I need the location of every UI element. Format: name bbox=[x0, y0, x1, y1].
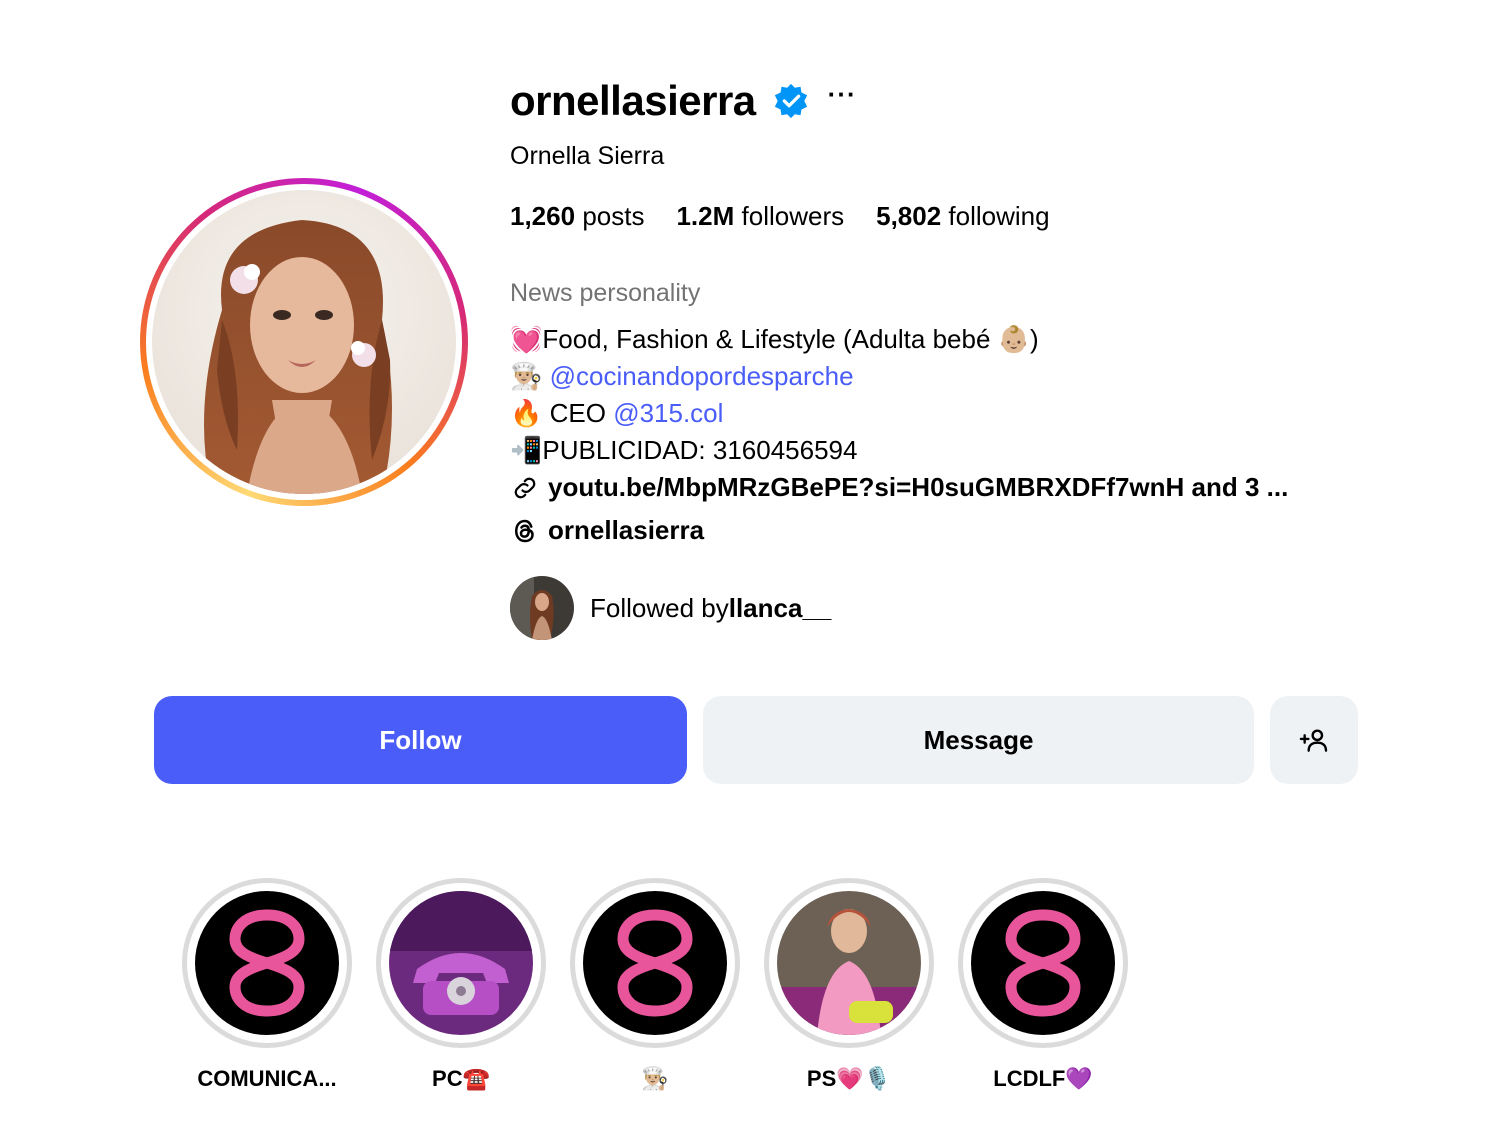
link-icon bbox=[514, 477, 536, 498]
following-label: following bbox=[948, 201, 1050, 231]
bio-text-3: CEO bbox=[549, 398, 614, 428]
highlight-ring bbox=[764, 878, 934, 1048]
following-count: 5,802 bbox=[876, 201, 942, 231]
profile-category: News personality bbox=[510, 279, 701, 307]
full-name: Ornella Sierra bbox=[510, 142, 665, 170]
highlight-gap bbox=[187, 883, 347, 1043]
followed-by-user[interactable]: llanca__ bbox=[729, 593, 832, 624]
highlight-label: PS💗🎙️ bbox=[806, 1066, 892, 1091]
avatar-gap bbox=[146, 184, 462, 500]
story-highlights: COMUNICA... PC☎️ 👨🏼‍🍳 bbox=[182, 878, 1128, 1092]
followed-by-prefix: Followed by bbox=[590, 592, 729, 623]
bio-text-1-end: ) bbox=[1030, 324, 1039, 354]
followed-by[interactable]: Followed by llanca__ bbox=[510, 576, 831, 640]
more-options-icon[interactable]: ··· bbox=[828, 81, 857, 107]
highlight-gap bbox=[963, 883, 1123, 1043]
message-button[interactable]: Message bbox=[703, 696, 1254, 784]
profile-avatar[interactable] bbox=[152, 190, 456, 494]
highlight-cover-logo bbox=[971, 891, 1115, 1035]
bio-line-3: 🔥 CEO @315.col bbox=[510, 395, 1039, 432]
highlight-item[interactable]: COMUNICA... bbox=[182, 878, 352, 1092]
highlight-item[interactable]: 👨🏼‍🍳 bbox=[570, 878, 740, 1092]
username: ornellasierra bbox=[510, 77, 756, 124]
bio-text-4: PUBLICIDAD: 3160456594 bbox=[542, 435, 858, 465]
highlight-ring bbox=[570, 878, 740, 1048]
mention-link-cocinando[interactable]: @cocinandopordesparche bbox=[550, 361, 854, 391]
profile-stats: 1,260 posts 1.2M followers 5,802 followi… bbox=[510, 201, 1050, 232]
highlight-label: PC☎️ bbox=[432, 1066, 490, 1091]
bio-text-1: Food, Fashion & Lifestyle (Adulta bebé bbox=[542, 324, 998, 354]
posts-label: posts bbox=[582, 201, 645, 231]
highlight-cover-logo bbox=[195, 891, 339, 1035]
highlight-cover-logo bbox=[583, 891, 727, 1035]
add-person-icon bbox=[1299, 729, 1328, 752]
following-stat[interactable]: 5,802 following bbox=[876, 201, 1049, 232]
verified-badge-icon bbox=[774, 83, 807, 119]
highlight-label: COMUNICA... bbox=[197, 1066, 337, 1091]
threads-icon bbox=[514, 519, 534, 542]
bio: 💓Food, Fashion & Lifestyle (Adulta bebé … bbox=[510, 321, 1039, 469]
threads-handle: ornellasierra bbox=[548, 515, 705, 545]
bio-line-1: 💓Food, Fashion & Lifestyle (Adulta bebé … bbox=[510, 321, 1039, 358]
highlight-item[interactable]: LCDLF💜 bbox=[958, 878, 1128, 1092]
highlight-ring bbox=[376, 878, 546, 1048]
bio-line-2: 👨🏼‍🍳 @cocinandopordesparche bbox=[510, 358, 1039, 395]
posts-stat: 1,260 posts bbox=[510, 201, 644, 232]
threads-link[interactable]: ornellasierra bbox=[510, 515, 704, 546]
bio-line-4: 📲PUBLICIDAD: 3160456594 bbox=[510, 432, 1039, 469]
profile-avatar-ring[interactable] bbox=[140, 178, 468, 506]
highlight-gap bbox=[381, 883, 541, 1043]
highlight-item[interactable]: PC☎️ bbox=[376, 878, 546, 1092]
username-row: ornellasierra ··· bbox=[510, 76, 857, 126]
followers-count: 1.2M bbox=[676, 201, 735, 231]
external-link-text: youtu.be/MbpMRzGBePE?si=H0suGMBRXDFf7wnH… bbox=[548, 472, 1289, 502]
highlight-gap bbox=[769, 883, 929, 1043]
baby-emoji: 👶🏼 bbox=[997, 325, 1031, 355]
highlight-ring bbox=[958, 878, 1128, 1048]
highlight-gap bbox=[575, 883, 735, 1043]
highlight-ring bbox=[182, 878, 352, 1048]
highlight-item[interactable]: PS💗🎙️ bbox=[764, 878, 934, 1092]
phone-emoji: 📲 bbox=[510, 436, 543, 466]
follower-avatar bbox=[510, 576, 574, 640]
highlight-cover-phone bbox=[389, 891, 533, 1035]
highlight-cover-podcast bbox=[777, 891, 921, 1035]
fire-emoji: 🔥 bbox=[510, 399, 543, 429]
suggested-accounts-button[interactable] bbox=[1270, 696, 1358, 784]
followers-stat[interactable]: 1.2M followers bbox=[676, 201, 844, 232]
mention-link-315col[interactable]: @315.col bbox=[613, 398, 723, 428]
followers-label: followers bbox=[741, 201, 845, 231]
follow-button[interactable]: Follow bbox=[154, 696, 687, 784]
highlight-label: 👨🏼‍🍳 bbox=[641, 1066, 669, 1091]
heart-emoji: 💓 bbox=[510, 325, 543, 355]
posts-count: 1,260 bbox=[510, 201, 576, 231]
chef-emoji: 👨🏼‍🍳 bbox=[510, 362, 543, 392]
external-link[interactable]: youtu.be/MbpMRzGBePE?si=H0suGMBRXDFf7wnH… bbox=[510, 472, 1288, 503]
highlight-label: LCDLF💜 bbox=[993, 1066, 1093, 1091]
